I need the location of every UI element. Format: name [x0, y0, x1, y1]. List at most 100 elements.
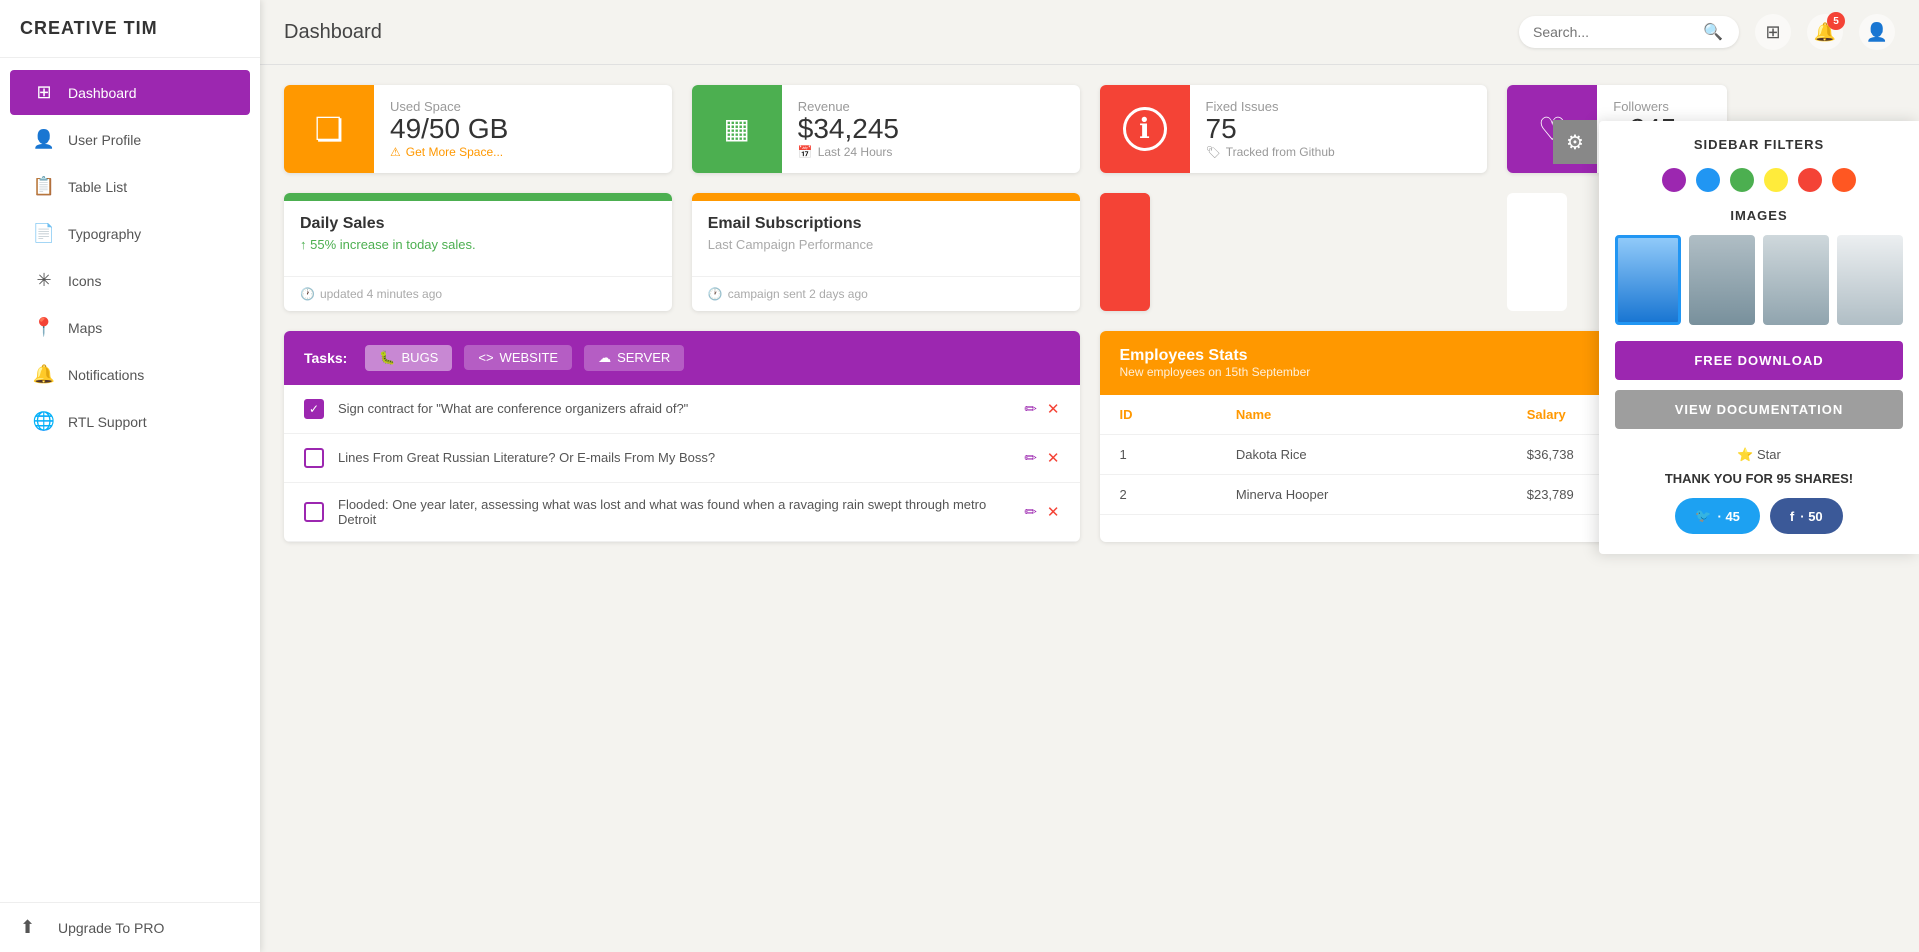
sidebar-item-dashboard[interactable]: ⊞ Dashboard	[10, 70, 250, 115]
fixed-issues-footer: 🏷 Tracked from Github	[1206, 145, 1472, 159]
sidebar-item-label: User Profile	[68, 132, 141, 148]
stat-card-used-space: ❏ Used Space 49/50 GB ⚠ Get More Space..…	[284, 85, 672, 173]
gear-icon: ⚙	[1566, 130, 1584, 155]
task-delete-2[interactable]: ✕	[1047, 449, 1060, 467]
color-green[interactable]	[1730, 168, 1754, 192]
rtl-icon: 🌐	[30, 411, 58, 432]
maps-icon: 📍	[30, 317, 58, 338]
sidebar-item-rtl-support[interactable]: 🌐 RTL Support	[10, 399, 250, 444]
used-space-label: Used Space	[390, 99, 656, 114]
task-delete-1[interactable]: ✕	[1047, 400, 1060, 418]
filter-image-4[interactable]	[1837, 235, 1903, 325]
twitter-icon: 🐦	[1695, 508, 1711, 524]
task-checkbox-2[interactable]	[304, 448, 324, 468]
daily-sales-bar	[284, 193, 672, 201]
info-icon: ℹ	[1123, 107, 1167, 151]
upgrade-pro-link[interactable]: ⬆ Upgrade To PRO	[0, 902, 260, 952]
sidebar-nav: ⊞ Dashboard 👤 User Profile 📋 Table List …	[0, 58, 260, 902]
table-list-icon: 📋	[30, 176, 58, 197]
code-icon: <>	[478, 350, 493, 365]
calendar-icon: 📅	[798, 145, 813, 159]
filter-image-1[interactable]	[1615, 235, 1681, 325]
revenue-footer: 📅 Last 24 Hours	[798, 145, 1064, 159]
shares-label: THANK YOU FOR 95 SHARES!	[1599, 471, 1919, 486]
stat-card-fixed-issues: ℹ Fixed Issues 75 🏷 Tracked from Github	[1100, 85, 1488, 173]
task-edit-2[interactable]: ✏	[1024, 449, 1037, 467]
task-delete-3[interactable]: ✕	[1047, 503, 1060, 521]
fixed-issues-value: 75	[1206, 114, 1472, 145]
sidebar-item-label: RTL Support	[68, 414, 147, 430]
used-space-footer[interactable]: ⚠ Get More Space...	[390, 145, 656, 159]
facebook-share-button[interactable]: f · 50	[1770, 498, 1843, 534]
store-icon: ▦	[724, 112, 750, 145]
free-download-button[interactable]: FREE DOWNLOAD	[1615, 341, 1903, 380]
tag-icon: 🏷	[1206, 145, 1221, 159]
tab-website[interactable]: <> WEBSITE	[464, 345, 572, 370]
stat-card-revenue: ▦ Revenue $34,245 📅 Last 24 Hours	[692, 85, 1080, 173]
warning-icon: ⚠	[390, 145, 401, 159]
used-space-icon-bg: ❏	[284, 85, 374, 173]
user-menu-button[interactable]: 👤	[1859, 14, 1895, 50]
sidebar-item-typography[interactable]: 📄 Typography	[10, 211, 250, 256]
chart-card-email-subscriptions: Email Subscriptions Last Campaign Perfor…	[692, 193, 1080, 311]
task-edit-3[interactable]: ✏	[1024, 503, 1037, 521]
sidebar-item-label: Maps	[68, 320, 102, 336]
task-text-3: Flooded: One year later, assessing what …	[338, 497, 1010, 527]
icons-icon: ✳	[30, 270, 58, 291]
sidebar-item-notifications[interactable]: 🔔 Notifications	[10, 352, 250, 397]
filter-header: SIDEBAR FILTERS	[1599, 121, 1919, 168]
task-edit-1[interactable]: ✏	[1024, 400, 1037, 418]
filter-image-2[interactable]	[1689, 235, 1755, 325]
daily-sales-body: Daily Sales ↑ 55% increase in today sale…	[284, 201, 672, 276]
task-actions-2: ✏ ✕	[1024, 449, 1059, 467]
grid-icon: ⊞	[1765, 22, 1780, 43]
search-input[interactable]	[1533, 24, 1703, 40]
filter-colors	[1599, 168, 1919, 192]
star-button[interactable]: ⭐ Star	[1599, 439, 1919, 471]
notifications-button[interactable]: 🔔 5	[1807, 14, 1843, 50]
color-purple[interactable]	[1662, 168, 1686, 192]
fixed-issues-icon-bg: ℹ	[1100, 85, 1190, 173]
sidebar-item-label: Icons	[68, 273, 101, 289]
color-yellow[interactable]	[1764, 168, 1788, 192]
cloud-icon: ☁	[598, 350, 611, 366]
tab-bugs[interactable]: 🐛 BUGS	[365, 345, 452, 371]
task-checkbox-1[interactable]	[304, 399, 324, 419]
twitter-share-button[interactable]: 🐦 · 45	[1675, 498, 1760, 534]
sidebar: CREATIVE TIM ⊞ Dashboard 👤 User Profile …	[0, 0, 260, 952]
revenue-label: Revenue	[798, 99, 1064, 114]
grid-button[interactable]: ⊞	[1755, 14, 1791, 50]
sidebar-item-icons[interactable]: ✳ Icons	[10, 258, 250, 303]
view-documentation-button[interactable]: VIEW DOCUMENTATION	[1615, 390, 1903, 429]
fixed-issues-label: Fixed Issues	[1206, 99, 1472, 114]
email-subscriptions-body: Email Subscriptions Last Campaign Perfor…	[692, 201, 1080, 276]
revenue-body: Revenue $34,245 📅 Last 24 Hours	[782, 85, 1080, 173]
sidebar-item-table-list[interactable]: 📋 Table List	[10, 164, 250, 209]
search-box[interactable]: 🔍	[1519, 16, 1739, 48]
upgrade-icon: ⬆	[20, 917, 48, 938]
tab-server[interactable]: ☁ SERVER	[584, 345, 684, 371]
notification-badge: 5	[1827, 12, 1845, 30]
tasks-label: Tasks:	[304, 350, 347, 366]
task-item-1: Sign contract for "What are conference o…	[284, 385, 1080, 434]
sidebar-item-maps[interactable]: 📍 Maps	[10, 305, 250, 350]
task-checkbox-3[interactable]	[304, 502, 324, 522]
followers-label: Followers	[1613, 99, 1711, 114]
sidebar-item-label: Table List	[68, 179, 127, 195]
daily-sales-title: Daily Sales	[300, 215, 656, 233]
dashboard-icon: ⊞	[30, 82, 58, 103]
typography-icon: 📄	[30, 223, 58, 244]
color-red[interactable]	[1798, 168, 1822, 192]
user-profile-icon: 👤	[30, 129, 58, 150]
gear-overlay-button[interactable]: ⚙	[1553, 120, 1597, 164]
task-item-2: Lines From Great Russian Literature? Or …	[284, 434, 1080, 483]
cell-id-1: 1	[1100, 434, 1216, 474]
color-orange[interactable]	[1832, 168, 1856, 192]
tasks-panel: Tasks: 🐛 BUGS <> WEBSITE ☁ SERVER	[284, 331, 1080, 542]
header-actions: 🔍 ⊞ 🔔 5 👤	[1519, 14, 1895, 50]
upgrade-label: Upgrade To PRO	[58, 920, 164, 936]
filter-image-3[interactable]	[1763, 235, 1829, 325]
col-id: ID	[1100, 395, 1216, 435]
sidebar-item-user-profile[interactable]: 👤 User Profile	[10, 117, 250, 162]
color-blue[interactable]	[1696, 168, 1720, 192]
